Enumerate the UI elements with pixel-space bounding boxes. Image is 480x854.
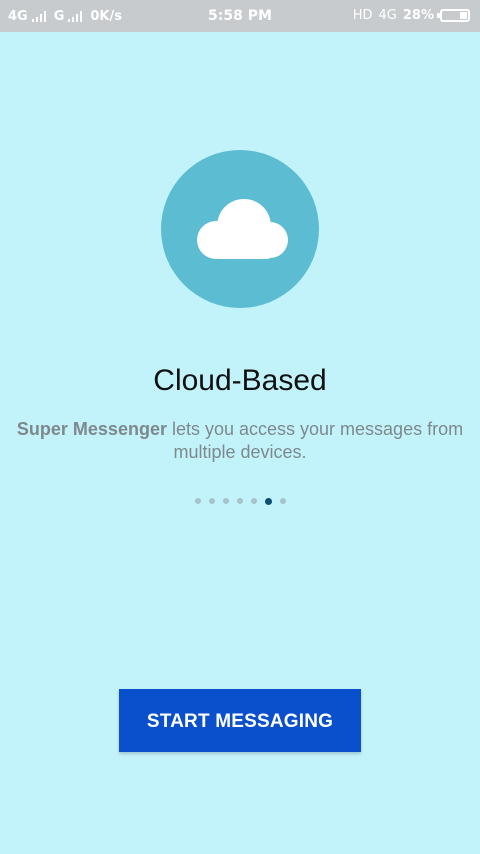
page-title: Cloud-Based	[153, 364, 327, 397]
page-dot-active[interactable]	[264, 497, 272, 505]
cloud-icon	[197, 199, 288, 259]
illustration-circle	[161, 150, 319, 308]
hd-indicator: HD	[352, 8, 373, 23]
page-dot[interactable]	[222, 498, 229, 504]
battery-percent: 28%	[402, 8, 434, 23]
page-dot[interactable]	[236, 498, 243, 504]
status-right: HD 4G 28%	[353, 8, 470, 23]
page-dot[interactable]	[250, 498, 257, 504]
brand-name: Super Messenger	[16, 419, 167, 439]
status-bar: 4G G 0K/s 5:58 PM HD 4G 28%	[0, 0, 480, 32]
page-dot[interactable]	[279, 498, 286, 504]
page-description: Super Messenger lets you access your mes…	[10, 418, 470, 464]
network-type-3: 4G	[378, 8, 397, 23]
page-indicator	[0, 497, 480, 505]
page-dot[interactable]	[208, 498, 215, 504]
description-text: lets you access your messages from multi…	[166, 419, 464, 462]
battery-icon	[437, 9, 470, 22]
start-messaging-button[interactable]: START MESSAGING	[119, 689, 361, 752]
battery-fill	[460, 12, 467, 19]
page-dot[interactable]	[194, 498, 201, 504]
